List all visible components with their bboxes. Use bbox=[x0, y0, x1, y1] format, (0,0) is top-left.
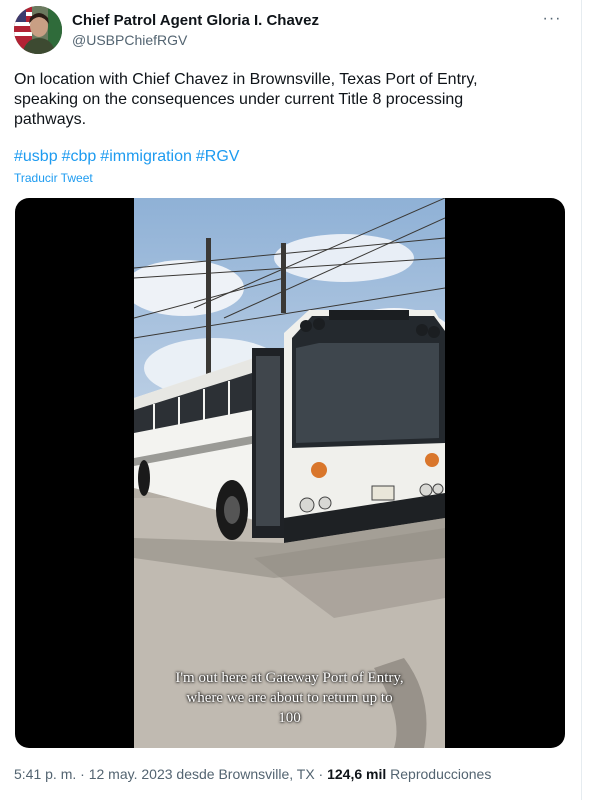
hashtags: #usbp #cbp #immigration #RGV bbox=[14, 148, 243, 166]
separator: · bbox=[318, 766, 324, 782]
tweet-source: desde Brownsville, TX bbox=[176, 766, 315, 782]
video-player[interactable]: I'm out here at Gateway Port of Entry, w… bbox=[15, 198, 565, 748]
video-frame[interactable]: I'm out here at Gateway Port of Entry, w… bbox=[124, 198, 454, 748]
tweet-text: On location with Chief Chavez in Brownsv… bbox=[14, 71, 478, 128]
tweet-time[interactable]: 5:41 p. m. bbox=[14, 766, 76, 782]
author-name[interactable]: Chief Patrol Agent Gloria I. Chavez bbox=[72, 12, 319, 29]
views-count[interactable]: 124,6 mil bbox=[327, 766, 386, 782]
hashtag-link[interactable]: #usbp bbox=[14, 148, 58, 165]
tweet-date[interactable]: 12 may. 2023 bbox=[89, 766, 173, 782]
tweet-header: Chief Patrol Agent Gloria I. Chavez @USB… bbox=[14, 6, 568, 56]
more-options-button[interactable]: ··· bbox=[540, 10, 564, 30]
separator: · bbox=[80, 766, 85, 782]
hashtag-link[interactable]: #RGV bbox=[196, 148, 240, 165]
timeline-border bbox=[581, 0, 582, 800]
translate-tweet-link[interactable]: Traducir Tweet bbox=[14, 171, 93, 185]
hashtag-link[interactable]: #cbp bbox=[62, 148, 97, 165]
video-caption: I'm out here at Gateway Port of Entry, w… bbox=[175, 670, 404, 726]
author-handle[interactable]: @USBPChiefRGV bbox=[72, 32, 187, 48]
bus-scene-image bbox=[124, 198, 454, 748]
more-horizontal-icon: ··· bbox=[542, 10, 562, 27]
avatar-image bbox=[14, 6, 62, 54]
hashtag-link[interactable]: #immigration bbox=[100, 148, 192, 165]
views-label: Reproducciones bbox=[390, 766, 492, 782]
tweet-metadata: 5:41 p. m. · 12 may. 2023 desde Brownsvi… bbox=[14, 766, 491, 782]
avatar[interactable] bbox=[14, 6, 62, 54]
